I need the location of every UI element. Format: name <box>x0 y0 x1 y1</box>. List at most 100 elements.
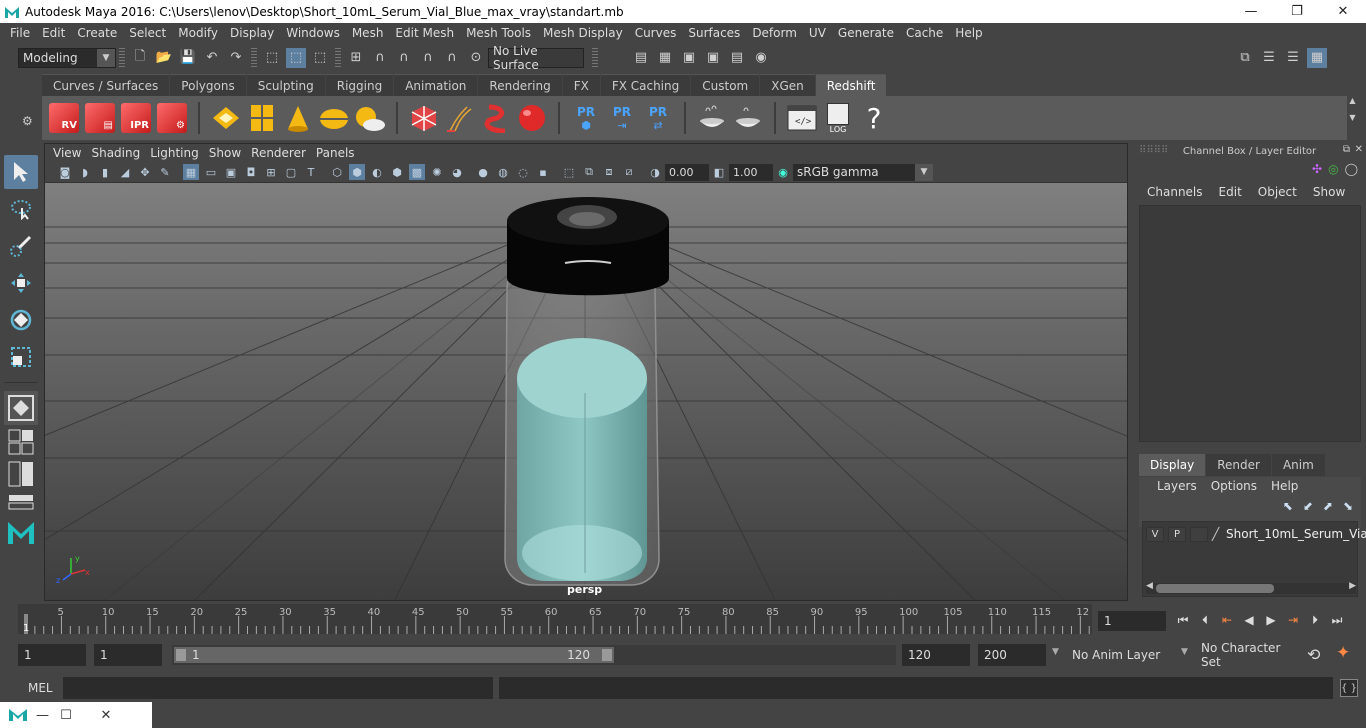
tab-fx-caching[interactable]: FX Caching <box>600 74 691 96</box>
tab-curves-surfaces[interactable]: Curves / Surfaces <box>42 74 170 96</box>
two-d-pan-zoom-icon[interactable]: ✥ <box>137 164 153 180</box>
textured-icon[interactable]: ▩ <box>409 164 425 180</box>
redshift-pr-export-icon[interactable]: PR ⇥ <box>606 102 638 134</box>
range-slider[interactable]: 1 120 <box>172 645 896 665</box>
playback-start-field[interactable]: 1 <box>94 644 162 666</box>
redshift-settings-icon[interactable]: ⚙ <box>156 102 188 134</box>
channel-list[interactable] <box>1139 205 1361 442</box>
menu-uv[interactable]: UV <box>803 26 832 40</box>
undo-icon[interactable]: ↶ <box>202 48 222 68</box>
gate-mask-icon[interactable]: ◘ <box>243 164 259 180</box>
float-icon[interactable]: ⧉ <box>1343 144 1350 155</box>
help-icon[interactable]: ? <box>858 102 890 135</box>
menu-mesh-display[interactable]: Mesh Display <box>537 26 629 40</box>
menu-mesh[interactable]: Mesh <box>346 26 390 40</box>
tab-polygons[interactable]: Polygons <box>170 74 246 96</box>
render-view-icon[interactable]: ▦ <box>655 48 675 68</box>
close-icon[interactable]: ✕ <box>1355 144 1363 155</box>
restore-button[interactable]: ☐ <box>46 708 86 723</box>
go-to-start-icon[interactable]: ⏮ <box>1172 609 1194 631</box>
auto-key-icon[interactable]: ⟲ <box>1307 645 1320 664</box>
redshift-ies-light-icon[interactable] <box>282 102 314 134</box>
gamma-icon[interactable]: ◧ <box>711 164 727 180</box>
range-end-handle[interactable] <box>602 649 612 661</box>
outliner-layout-icon[interactable] <box>4 492 38 512</box>
color-management-icon[interactable]: ◉ <box>775 164 791 180</box>
vp-menu-show[interactable]: Show <box>207 146 249 160</box>
redshift-curve-icon[interactable] <box>480 102 512 134</box>
le-menu-options[interactable]: Options <box>1211 479 1271 493</box>
layer-playback-toggle[interactable]: P <box>1168 526 1186 542</box>
exposure-field[interactable]: 0.00 <box>665 163 709 181</box>
tab-redshift[interactable]: Redshift <box>815 74 887 96</box>
rotate-tool-icon[interactable] <box>4 303 38 337</box>
vp-menu-shading[interactable]: Shading <box>89 146 148 160</box>
anim-layer-dropdown[interactable]: No Anim Layer <box>1066 644 1172 666</box>
start-time-field[interactable]: 1 <box>18 644 86 666</box>
vp-menu-renderer[interactable]: Renderer <box>249 146 314 160</box>
snap-view-icon[interactable]: ∩ <box>418 48 438 68</box>
tool-settings-toggle-icon[interactable]: ☰ <box>1283 48 1303 68</box>
current-frame-field[interactable]: 1 <box>1098 611 1166 631</box>
menu-file[interactable]: File <box>4 26 36 40</box>
new-empty-layer-icon[interactable]: ⬈ <box>1323 499 1333 513</box>
tab-animation[interactable]: Animation <box>394 74 478 96</box>
make-live-icon[interactable]: ⊙ <box>466 48 486 68</box>
menu-edit[interactable]: Edit <box>36 26 71 40</box>
single-perspective-layout-icon[interactable] <box>4 391 38 425</box>
cb-menu-edit[interactable]: Edit <box>1211 185 1250 199</box>
grip-handle[interactable] <box>119 47 125 68</box>
chevron-down-icon[interactable]: ▼ <box>1052 647 1059 657</box>
layer-visibility-toggle[interactable]: V <box>1146 526 1164 542</box>
layer-row[interactable]: V P ╱ Short_10mL_Serum_Vial_ <box>1146 526 1366 542</box>
layer-color-icon[interactable]: ╱ <box>1212 527 1226 542</box>
redshift-ipr-icon[interactable]: IPR <box>120 102 152 134</box>
redshift-script-editor-icon[interactable]: </> <box>786 102 818 134</box>
live-surface-field[interactable]: No Live Surface <box>488 44 584 72</box>
camera-attributes-icon[interactable]: ◗ <box>77 164 93 180</box>
attribute-editor-toggle-icon[interactable]: ☰ <box>1259 48 1279 68</box>
safe-title-icon[interactable]: T <box>303 164 319 180</box>
move-tool-icon[interactable] <box>4 266 38 300</box>
ipr-render-icon[interactable]: ▣ <box>703 48 723 68</box>
hypershade-icon[interactable]: ◉ <box>751 48 771 68</box>
step-back-frame-icon[interactable]: ⏴ <box>1194 609 1216 631</box>
depth-of-field-icon[interactable]: ▪ <box>535 164 551 180</box>
redshift-area-light-icon[interactable] <box>210 102 242 134</box>
playback-end-field[interactable]: 120 <box>902 644 970 666</box>
animation-preferences-icon[interactable]: ✦ <box>1336 643 1350 663</box>
go-to-end-icon[interactable]: ⏭ <box>1326 609 1348 631</box>
redshift-material-bowl-icon[interactable] <box>696 102 728 134</box>
mel-label[interactable]: MEL <box>28 681 53 695</box>
motion-blur-icon[interactable]: ◍ <box>495 164 511 180</box>
select-object-icon[interactable]: ⬚ <box>286 47 306 68</box>
scroll-right-icon[interactable]: ▶ <box>1349 581 1356 591</box>
step-forward-key-icon[interactable]: ⇥ <box>1282 609 1304 631</box>
menu-generate[interactable]: Generate <box>832 26 900 40</box>
layer-horizontal-scrollbar[interactable]: ◀ ▶ <box>1146 581 1356 594</box>
command-input[interactable] <box>63 677 493 699</box>
scroll-thumb[interactable] <box>1156 584 1274 593</box>
redshift-log-icon[interactable]: LOG <box>822 102 854 134</box>
menu-select[interactable]: Select <box>123 26 172 40</box>
redshift-dome-light-icon[interactable] <box>318 102 350 134</box>
le-menu-layers[interactable]: Layers <box>1157 479 1211 493</box>
menu-surfaces[interactable]: Surfaces <box>682 26 746 40</box>
xray-joints-icon[interactable]: ⧈ <box>601 164 617 180</box>
resolution-gate-icon[interactable]: ▣ <box>223 164 239 180</box>
select-hierarchy-icon[interactable]: ⬚ <box>262 48 282 68</box>
select-tool-icon[interactable] <box>4 155 38 189</box>
colorspace-dropdown[interactable]: sRGB gamma ▼ <box>793 163 933 181</box>
maximize-button[interactable]: ❐ <box>1274 0 1320 23</box>
white-circle-icon[interactable]: ◯ <box>1345 162 1358 176</box>
redshift-sun-sky-icon[interactable] <box>354 102 386 134</box>
play-forward-icon[interactable]: ▶ <box>1260 609 1282 631</box>
redshift-portal-light-icon[interactable] <box>246 102 278 134</box>
tab-xgen[interactable]: XGen <box>760 74 815 96</box>
snap-surface-icon[interactable]: ∩ <box>442 48 462 68</box>
scale-tool-icon[interactable] <box>4 340 38 374</box>
cb-menu-show[interactable]: Show <box>1305 185 1353 199</box>
green-circle-icon[interactable]: ◎ <box>1328 162 1338 176</box>
safe-action-icon[interactable]: ▢ <box>283 164 299 180</box>
snap-grid-icon[interactable]: ⊞ <box>346 48 366 68</box>
